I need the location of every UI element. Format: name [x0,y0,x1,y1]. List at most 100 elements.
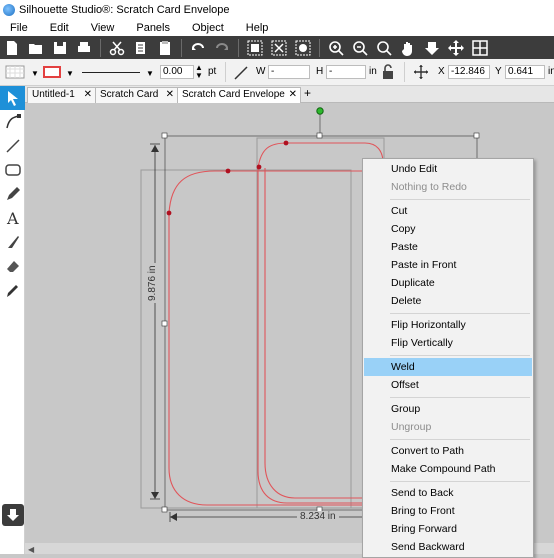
eyedropper-icon [6,285,18,297]
edit-points-tool[interactable] [0,110,25,134]
diagonal-line-icon [234,66,248,80]
copy-button[interactable] [129,36,153,59]
library-button[interactable] [2,504,24,526]
group-icon [247,40,263,55]
eraser-icon [6,261,19,272]
width-dimension-label: 8.234 in [297,511,339,522]
print-icon [78,41,90,52]
menu-item-flip-horizontally[interactable]: Flip Horizontally [364,316,532,334]
menu-item-convert-to-path[interactable]: Convert to Path [364,442,532,460]
menu-panels[interactable]: Panels [136,22,170,34]
menu-view[interactable]: View [91,22,115,34]
line-style-preview[interactable] [82,72,140,73]
menu-item-cut[interactable]: Cut [364,202,532,220]
draw-tool[interactable] [0,182,25,206]
zoom-in-button[interactable] [324,36,348,59]
cut-button[interactable] [105,36,129,59]
y-position-input[interactable]: 0.641 [505,65,545,79]
menu-bar: File Edit View Panels Object Help [0,19,554,36]
move-button[interactable] [444,36,468,59]
chevron-down-icon[interactable]: ▼ [146,69,154,78]
rounded-rectangle-icon [4,164,21,176]
node-point [256,164,262,170]
close-icon[interactable]: ✕ [84,89,92,100]
zoom-out-button[interactable] [348,36,372,59]
menu-item-delete[interactable]: Delete [364,292,532,310]
menu-item-duplicate[interactable]: Duplicate [364,274,532,292]
lock-icon[interactable] [381,64,395,80]
new-tab-icon[interactable]: + [304,86,311,100]
menu-item-send-backward[interactable]: Send Backward [364,538,532,556]
close-icon[interactable]: ✕ [289,89,297,100]
menu-edit[interactable]: Edit [50,22,69,34]
ungroup-icon [271,40,287,55]
app-icon [3,3,15,16]
x-position-input[interactable]: -12.846 [448,65,490,79]
tab-scratch-card-envelope[interactable]: Scratch Card Envelope ✕ [177,87,301,103]
document-tabs: Untitled-1 ✕ Scratch Card ✕ Scratch Card E… [25,86,554,103]
zoom-select-button[interactable] [372,36,396,59]
cut-line-right-inner [257,168,370,504]
menu-item-make-compound-path[interactable]: Make Compound Path [364,460,532,478]
menu-item-undo-edit[interactable]: Undo Edit [364,160,532,178]
tab-scratch-card[interactable]: Scratch Card ✕ [95,87,178,103]
new-document-button[interactable] [0,36,24,59]
menu-item-copy[interactable]: Copy [364,220,532,238]
menu-item-paste[interactable]: Paste [364,238,532,256]
clipboard-icon [160,40,170,55]
scroll-left-icon[interactable]: ◀ [28,545,34,554]
close-icon[interactable]: ✕ [166,89,174,100]
line-icon [5,139,20,153]
menu-item-offset[interactable]: Offset [364,376,532,394]
pan-button[interactable] [396,36,420,59]
width-input[interactable]: - [268,65,310,79]
resize-handle [473,132,480,139]
menu-item-group[interactable]: Group [364,400,532,418]
paste-button[interactable] [153,36,177,59]
menu-item-flip-vertically[interactable]: Flip Vertically [364,334,532,352]
tool-sidebar: A [0,86,25,554]
spinner-icon[interactable]: ▲ ▼ [195,64,203,80]
compound-path-button[interactable] [291,36,315,59]
y-label: Y [495,66,502,77]
knife-tool[interactable] [0,230,25,254]
height-input[interactable]: - [326,65,366,79]
line-tool[interactable] [0,134,25,158]
chevron-down-icon[interactable]: ▼ [66,69,74,78]
undo-button[interactable] [186,36,210,59]
line-color-swatch[interactable] [43,66,61,78]
line-width-input[interactable]: 0.00 [160,65,194,79]
menu-object[interactable]: Object [192,22,224,34]
menu-file[interactable]: File [10,22,28,34]
move-icon [448,39,464,56]
text-tool[interactable]: A [0,206,25,230]
tab-untitled-1[interactable]: Untitled-1 ✕ [27,87,96,103]
menu-item-weld[interactable]: Weld [364,358,532,376]
title-bar: Silhouette Studio®: Scratch Card Envelop… [0,0,554,19]
menu-item-send-to-back[interactable]: Send to Back [364,484,532,502]
ungroup-button[interactable] [267,36,291,59]
window-title: Silhouette Studio®: Scratch Card Envelop… [19,3,230,16]
fit-to-page-button[interactable] [420,36,444,59]
node-point [283,140,289,146]
menu-item-paste-in-front[interactable]: Paste in Front [364,256,532,274]
save-button[interactable] [48,36,72,59]
grid-button[interactable] [468,36,492,59]
shape-tool[interactable] [0,158,25,182]
eyedropper-tool[interactable] [0,278,25,302]
redo-button[interactable] [210,36,234,59]
menu-item-nothing-to-redo: Nothing to Redo [391,181,467,193]
zoom-in-icon [329,40,344,56]
open-button[interactable] [24,36,48,59]
menu-item-bring-to-front[interactable]: Bring to Front [364,502,532,520]
node-point [166,210,172,216]
menu-item-bring-forward[interactable]: Bring Forward [364,520,532,538]
group-button[interactable] [243,36,267,59]
print-button[interactable] [72,36,96,59]
chevron-down-icon[interactable]: ▼ [31,69,39,78]
fill-pattern-icon[interactable] [5,65,25,79]
undo-icon [192,42,204,50]
eraser-tool[interactable] [0,254,25,278]
select-tool[interactable] [0,86,25,110]
menu-help[interactable]: Help [246,22,269,34]
